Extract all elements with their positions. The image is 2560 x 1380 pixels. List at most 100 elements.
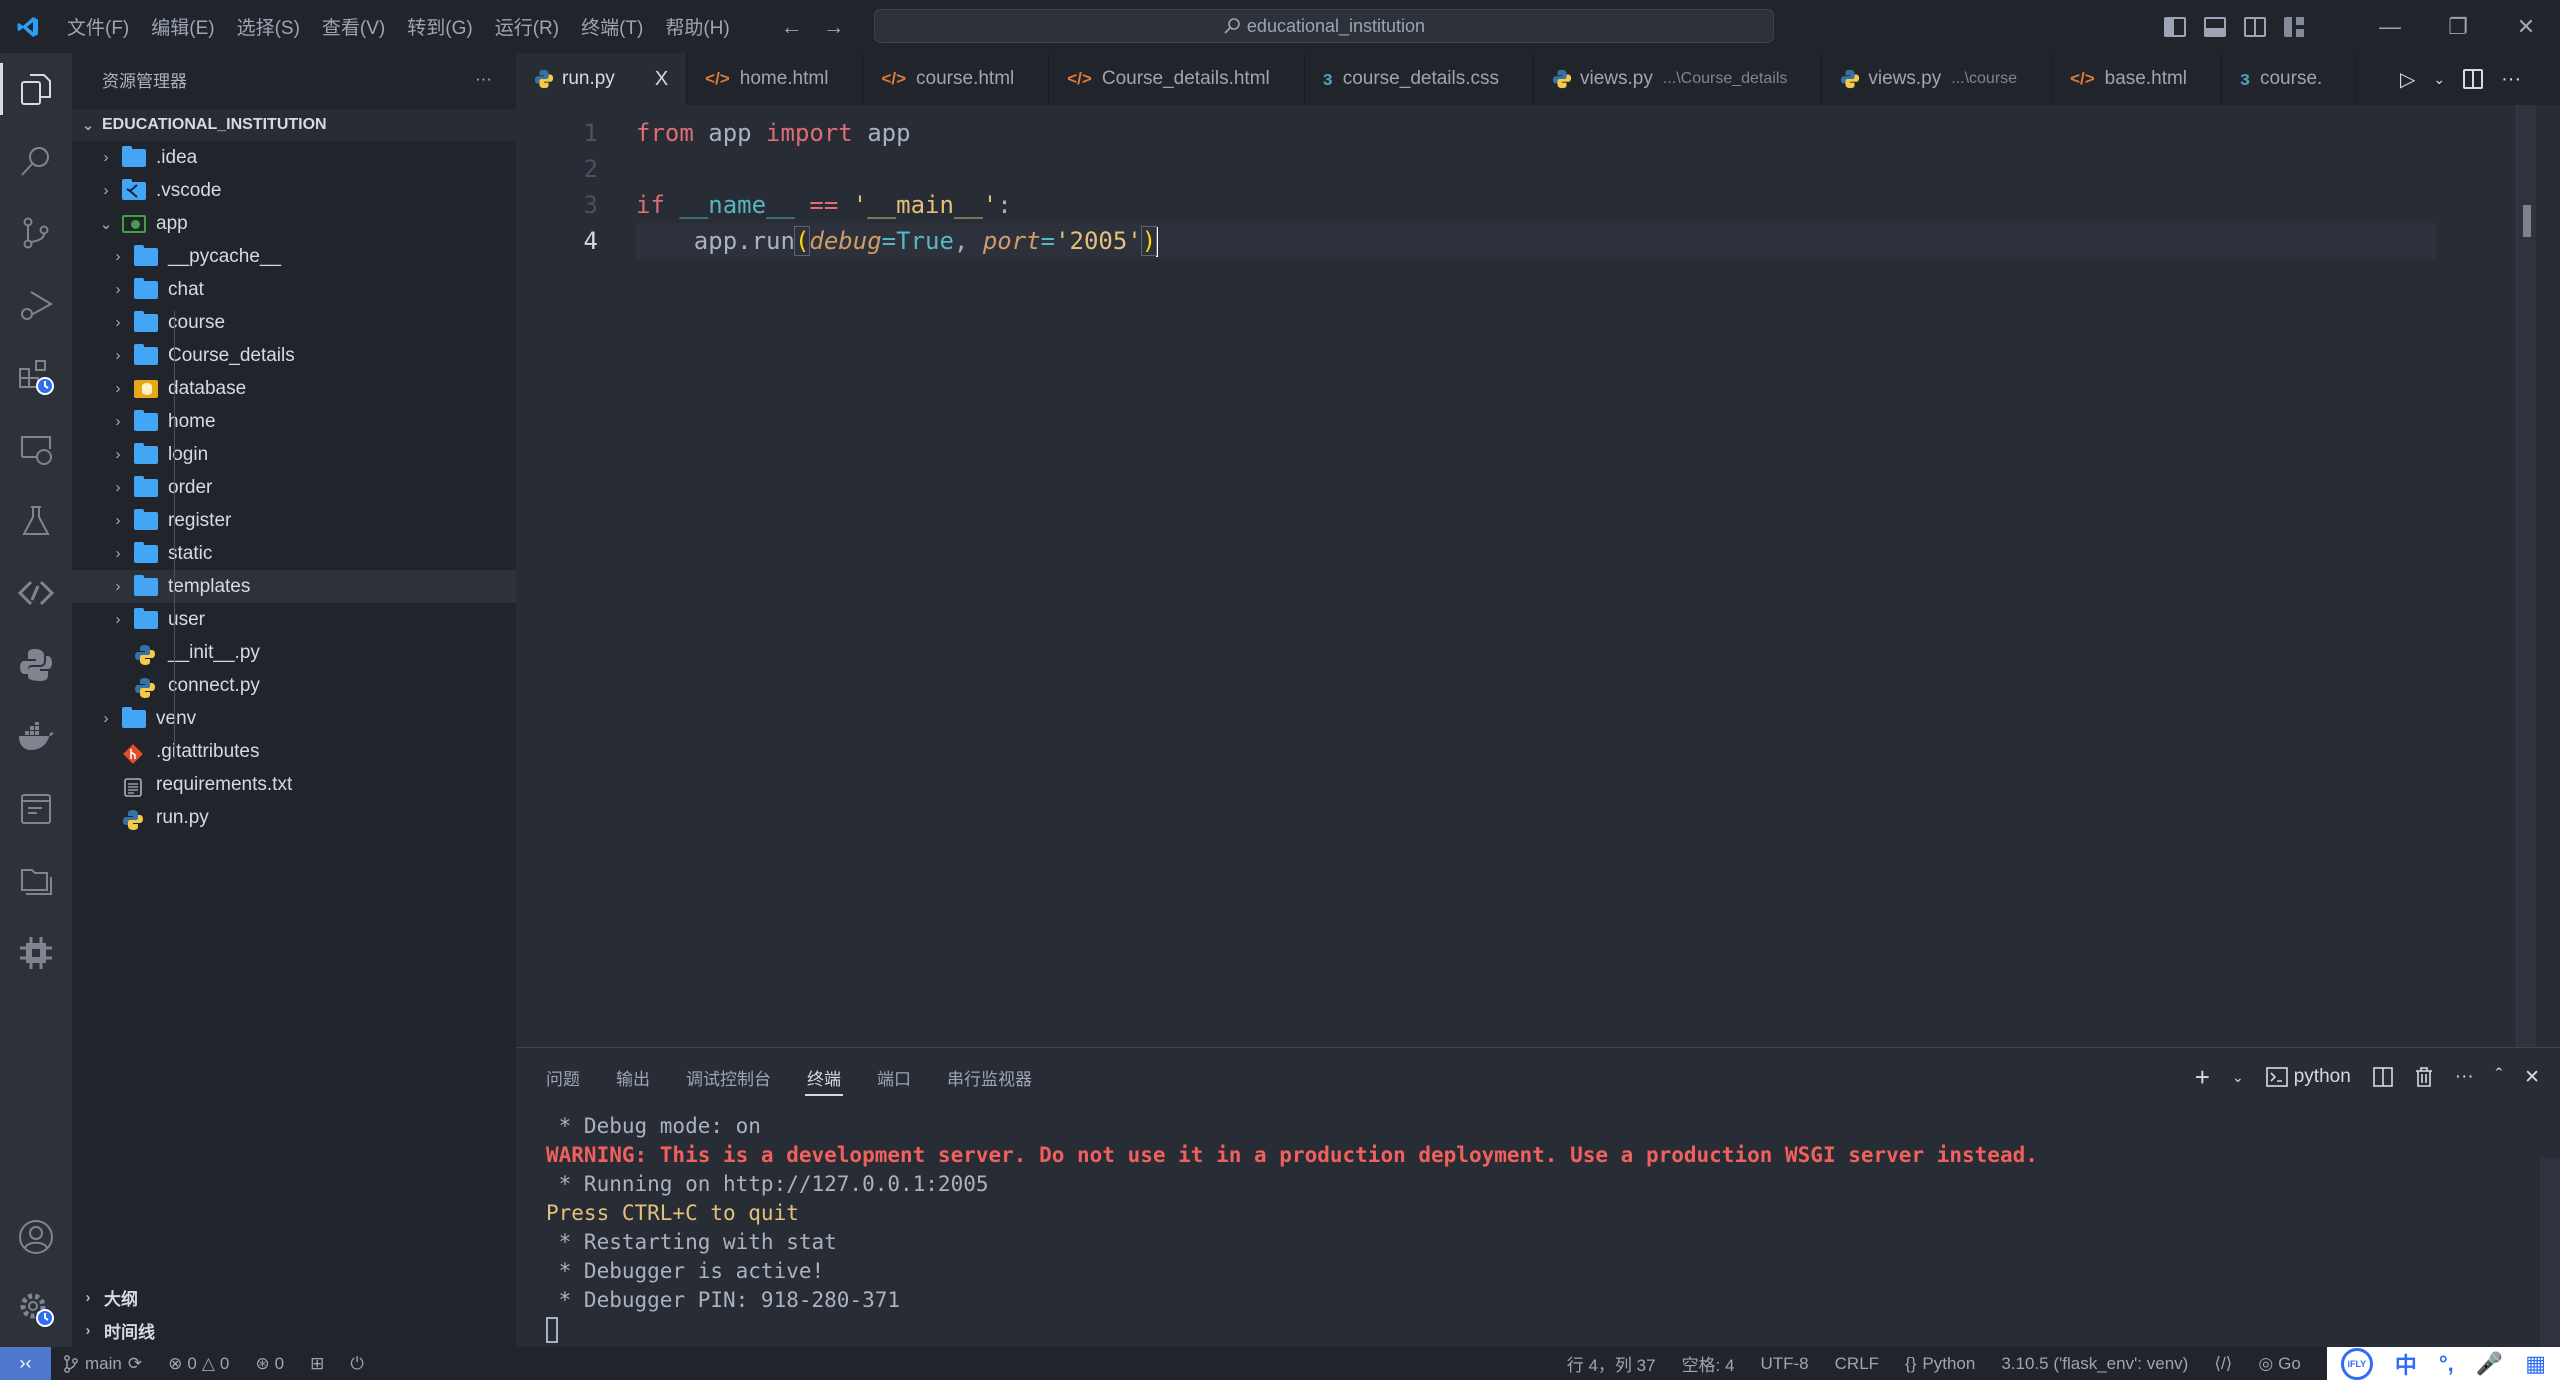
close-window-button[interactable]: ✕: [2492, 14, 2560, 40]
editor-tab[interactable]: </> Course_details.html: [1049, 53, 1305, 105]
editor-tab[interactable]: з course_details.css: [1305, 53, 1535, 105]
tree-item[interactable]: › database: [72, 372, 516, 405]
panel-tab[interactable]: 调试控制台: [686, 1048, 771, 1106]
tree-item[interactable]: › user: [72, 603, 516, 636]
tree-item[interactable]: › course: [72, 306, 516, 339]
run-debug-icon[interactable]: [0, 269, 72, 341]
remote-indicator-icon[interactable]: ›‹: [0, 1347, 51, 1380]
editor-tab[interactable]: views.py ...\course: [1822, 53, 2053, 105]
folder-icon[interactable]: [0, 845, 72, 917]
workspace-root[interactable]: ⌄ EDUCATIONAL_INSTITUTION: [72, 109, 516, 141]
code-editor[interactable]: 1 from app import app 2 3 if __name__ == '__…: [516, 105, 2536, 1047]
menu-terminal[interactable]: 终端(T): [570, 13, 654, 40]
live-share-status-icon[interactable]: ⟨/⟩: [2214, 1354, 2232, 1374]
outline-section[interactable]: › 大纲: [72, 1281, 516, 1314]
chip-icon[interactable]: [0, 917, 72, 989]
new-item-icon[interactable]: ⊞: [310, 1354, 324, 1374]
editor-tab[interactable]: </> base.html: [2052, 53, 2223, 105]
tree-item[interactable]: › __pycache__: [72, 240, 516, 273]
editor-tab[interactable]: </> course.html: [863, 53, 1050, 105]
tree-item[interactable]: › order: [72, 471, 516, 504]
live-share-icon[interactable]: [0, 557, 72, 629]
tree-item[interactable]: .gitattributes: [72, 735, 516, 768]
forward-arrow-icon[interactable]: →: [823, 14, 845, 40]
tree-item[interactable]: run.py: [72, 801, 516, 834]
timeline-section[interactable]: › 时间线: [72, 1314, 516, 1347]
ime-punctuation[interactable]: °,: [2439, 1351, 2454, 1377]
menu-selection[interactable]: 选择(S): [226, 13, 311, 40]
tree-item[interactable]: › venv: [72, 702, 516, 735]
editor-tab[interactable]: з course.: [2222, 53, 2358, 105]
terminal-scrollbar[interactable]: [2540, 1158, 2560, 1348]
close-tab-icon[interactable]: X: [655, 68, 668, 91]
menu-run[interactable]: 运行(R): [484, 13, 570, 40]
problems-indicator[interactable]: ⊗ 0 △ 0: [168, 1354, 229, 1374]
panel-tab[interactable]: 端口: [877, 1048, 911, 1106]
search-icon[interactable]: [0, 125, 72, 197]
tree-item[interactable]: › home: [72, 405, 516, 438]
menu-file[interactable]: 文件(F): [56, 13, 140, 40]
more-actions-icon[interactable]: ···: [475, 69, 492, 89]
tree-item[interactable]: › login: [72, 438, 516, 471]
tree-item[interactable]: › .idea: [72, 141, 516, 174]
python-interpreter[interactable]: 3.10.5 ('flask_env': venv): [2001, 1354, 2188, 1374]
remote-explorer-icon[interactable]: [0, 413, 72, 485]
tree-item[interactable]: › register: [72, 504, 516, 537]
panel-tab[interactable]: 输出: [616, 1048, 650, 1106]
terminal-dropdown-icon[interactable]: ⌄: [2232, 1069, 2244, 1086]
tree-item[interactable]: › .vscode: [72, 174, 516, 207]
accounts-icon[interactable]: [0, 1201, 72, 1273]
python-icon[interactable]: [0, 629, 72, 701]
panel-tab[interactable]: 终端: [805, 1048, 843, 1106]
ime-language[interactable]: 中: [2395, 1348, 2417, 1380]
maximize-panel-icon[interactable]: ˆ: [2496, 1066, 2502, 1088]
ports-indicator[interactable]: ⊛ 0: [255, 1354, 284, 1374]
encoding[interactable]: UTF-8: [1760, 1354, 1808, 1374]
editor-tab[interactable]: </> home.html: [687, 53, 864, 105]
run-python-file-icon[interactable]: ▷: [2400, 67, 2415, 92]
panel-tab[interactable]: 问题: [546, 1048, 580, 1106]
indentation[interactable]: 空格: 4: [1682, 1351, 1735, 1376]
tree-item[interactable]: requirements.txt: [72, 768, 516, 801]
toggle-panel-icon[interactable]: [2204, 16, 2226, 37]
split-editor-icon[interactable]: [2463, 69, 2484, 89]
ifly-badge-icon[interactable]: iFLY: [2340, 1347, 2373, 1380]
editor-tab[interactable]: views.py ...\Course_details: [1534, 53, 1823, 105]
menu-go[interactable]: 转到(G): [396, 13, 483, 40]
source-control-icon[interactable]: [0, 197, 72, 269]
docker-icon[interactable]: [0, 701, 72, 773]
toggle-secondary-sidebar-icon[interactable]: [2244, 16, 2266, 37]
terminal-selector[interactable]: python: [2265, 1066, 2351, 1088]
language-mode[interactable]: {} Python: [1905, 1354, 1975, 1374]
ime-menu-icon[interactable]: ▦: [2525, 1351, 2546, 1377]
customize-layout-icon[interactable]: [2284, 16, 2306, 37]
line-ending[interactable]: CRLF: [1835, 1354, 1879, 1374]
explorer-icon[interactable]: [0, 53, 72, 125]
microphone-icon[interactable]: 🎤: [2476, 1351, 2503, 1377]
menu-help[interactable]: 帮助(H): [654, 13, 740, 40]
restore-button[interactable]: ❐: [2424, 14, 2492, 40]
more-actions-icon[interactable]: ···: [2455, 1066, 2474, 1088]
branch-indicator[interactable]: main ⟳: [63, 1354, 142, 1374]
tree-item[interactable]: connect.py: [72, 669, 516, 702]
close-panel-icon[interactable]: ✕: [2524, 1066, 2540, 1089]
extensions-icon[interactable]: [0, 341, 72, 413]
sync-icon[interactable]: ⟳: [128, 1354, 142, 1374]
terminal-output[interactable]: * Debug mode: on WARNING: This is a devel…: [546, 1112, 2038, 1344]
plug-icon[interactable]: ⏻: [350, 1354, 363, 1374]
back-arrow-icon[interactable]: ←: [781, 14, 803, 40]
more-actions-icon[interactable]: ···: [2501, 68, 2521, 91]
tree-item[interactable]: › chat: [72, 273, 516, 306]
menu-edit[interactable]: 编辑(E): [140, 13, 225, 40]
editor-tab[interactable]: run.py X: [516, 53, 688, 105]
panel-tab[interactable]: 串行监视器: [947, 1048, 1032, 1106]
kill-terminal-trash-icon[interactable]: [2415, 1067, 2433, 1087]
testing-icon[interactable]: [0, 485, 72, 557]
tree-item[interactable]: ⌄ app: [72, 207, 516, 240]
new-terminal-icon[interactable]: +: [2195, 1062, 2210, 1093]
cursor-position[interactable]: 行 4，列 37: [1567, 1351, 1656, 1376]
notebook-icon[interactable]: [0, 773, 72, 845]
tree-item[interactable]: › Course_details: [72, 339, 516, 372]
tree-item[interactable]: › templates: [72, 570, 516, 603]
minimize-button[interactable]: —: [2356, 14, 2424, 40]
